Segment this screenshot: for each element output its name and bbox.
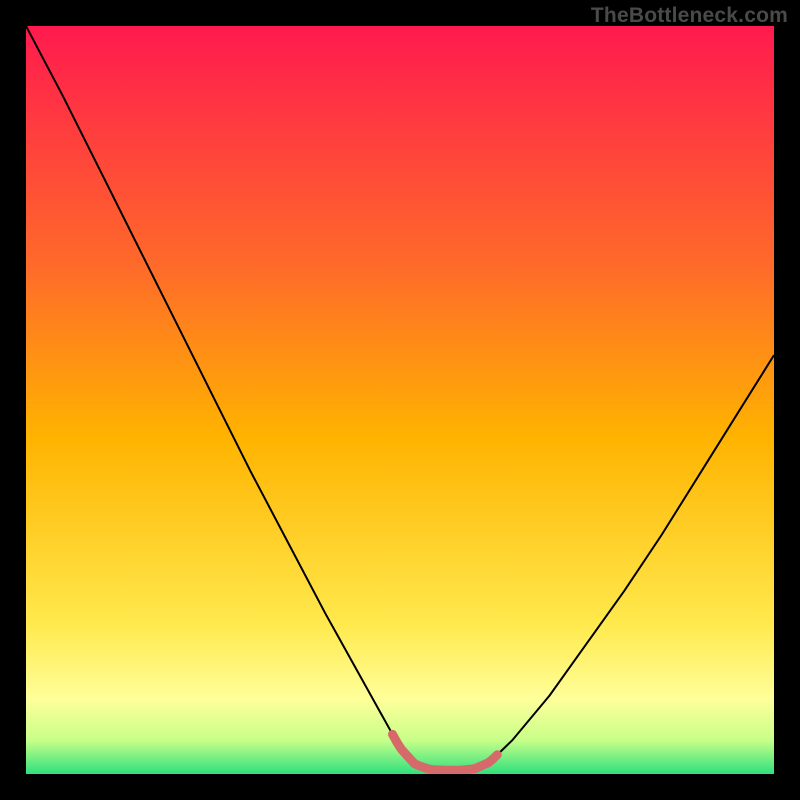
chart-svg (26, 26, 774, 774)
watermark-text: TheBottleneck.com (591, 4, 788, 28)
chart-container: TheBottleneck.com (0, 0, 800, 800)
plot-area (26, 26, 774, 774)
gradient-background (26, 26, 774, 774)
